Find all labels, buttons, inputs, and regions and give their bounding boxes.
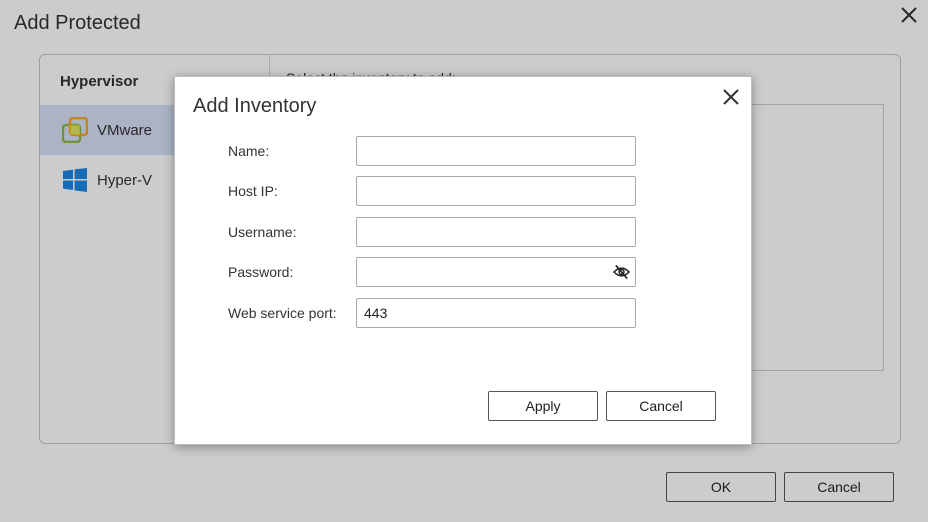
port-input[interactable] (356, 298, 636, 328)
host-ip-row: Host IP: (175, 176, 751, 206)
add-inventory-dialog: Add Inventory Name: Host IP: Username: P… (174, 76, 752, 445)
cancel-button[interactable]: Cancel (606, 391, 716, 421)
username-label: Username: (228, 224, 297, 240)
close-icon[interactable] (721, 87, 741, 107)
port-label: Web service port: (228, 305, 337, 321)
password-label: Password: (228, 264, 294, 280)
eye-off-icon[interactable] (613, 264, 630, 280)
username-input[interactable] (356, 217, 636, 247)
username-row: Username: (175, 217, 751, 247)
password-input[interactable] (356, 257, 636, 287)
apply-button[interactable]: Apply (488, 391, 598, 421)
name-input[interactable] (356, 136, 636, 166)
host-ip-input[interactable] (356, 176, 636, 206)
name-label: Name: (228, 143, 270, 159)
password-row: Password: (175, 257, 751, 287)
name-row: Name: (175, 136, 751, 166)
port-row: Web service port: (175, 298, 751, 328)
dialog-title: Add Inventory (193, 95, 317, 117)
host-ip-label: Host IP: (228, 183, 278, 199)
